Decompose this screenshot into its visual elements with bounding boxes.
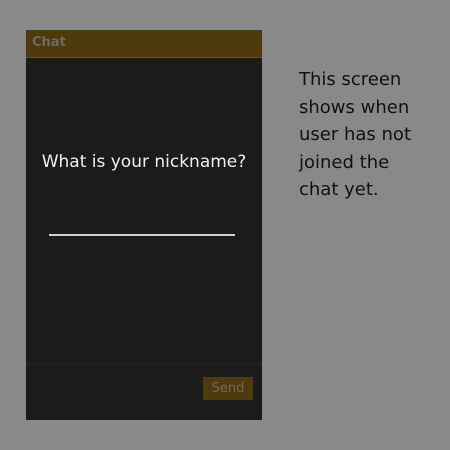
app-title: Chat <box>32 35 66 50</box>
send-button[interactable]: Send <box>203 377 253 400</box>
nickname-prompt: What is your nickname? <box>41 152 247 172</box>
app-title-bar: Chat <box>26 30 262 58</box>
screen-annotation: This screen shows when user has not join… <box>299 69 411 200</box>
chat-app-screen: Chat What is your nickname? Send <box>26 30 262 420</box>
nickname-input[interactable] <box>49 210 235 236</box>
footer-divider <box>26 363 262 364</box>
